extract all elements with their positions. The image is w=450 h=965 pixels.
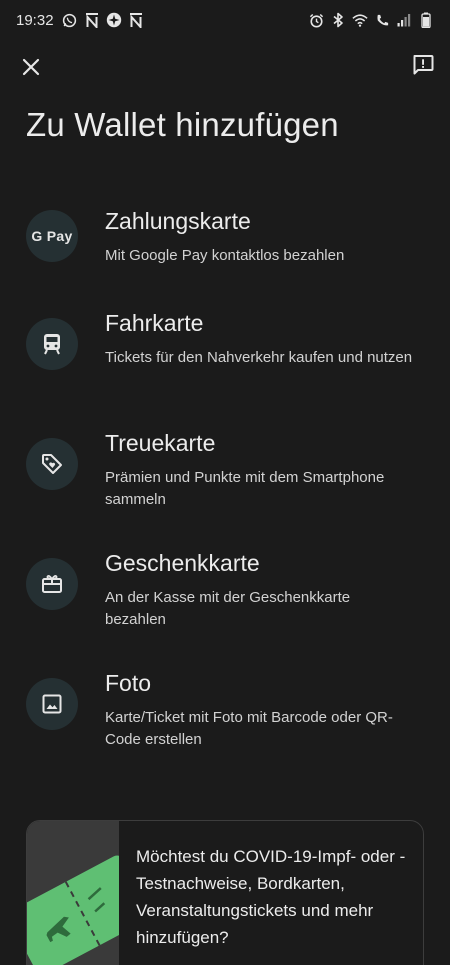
train-icon bbox=[44, 334, 60, 355]
feedback-icon bbox=[413, 55, 434, 75]
app-notification-icon bbox=[106, 12, 122, 28]
option-icon-circle bbox=[26, 678, 78, 730]
option-description: Karte/Ticket mit Foto mit Barcode oder Q… bbox=[105, 709, 393, 748]
top-app-bar bbox=[0, 48, 450, 84]
promo-text: Möchtest du COVID-19-Impf- oder -Testnac… bbox=[136, 847, 406, 947]
status-bar-left: 19:32 bbox=[16, 12, 144, 29]
wifi-call-icon bbox=[374, 12, 390, 28]
option-title: Treuekarte bbox=[105, 430, 216, 456]
option-icon-circle: G Pay bbox=[26, 210, 78, 262]
option-title: Foto bbox=[105, 670, 152, 696]
option-description: Mit Google Pay kontaktlos bezahlen bbox=[105, 247, 345, 264]
option-loyalty-card[interactable]: Treuekarte Prämien und Punkte mit dem Sm… bbox=[0, 420, 450, 524]
news-n-icon bbox=[84, 12, 100, 28]
option-icon-circle bbox=[26, 558, 78, 610]
wifi-icon bbox=[352, 12, 368, 28]
option-title: Fahrkarte bbox=[105, 310, 204, 336]
news-n-icon-2 bbox=[128, 12, 144, 28]
option-title: Zahlungskarte bbox=[105, 208, 251, 234]
option-icon-circle bbox=[26, 438, 78, 490]
close-button[interactable] bbox=[16, 52, 46, 82]
battery-icon bbox=[418, 12, 434, 28]
option-title: Geschenkkarte bbox=[105, 550, 260, 576]
feedback-button[interactable] bbox=[408, 50, 438, 80]
close-icon bbox=[22, 58, 40, 76]
image-icon bbox=[42, 694, 62, 714]
whatsapp-icon bbox=[62, 12, 78, 28]
option-description: An der Kasse mit der Geschenkkarte bezah… bbox=[105, 589, 351, 628]
alarm-icon bbox=[308, 12, 324, 28]
option-description: Prämien und Punkte mit dem Smartphone sa… bbox=[105, 469, 385, 508]
bluetooth-icon bbox=[330, 12, 346, 28]
option-photo[interactable]: Foto Karte/Ticket mit Foto mit Barcode o… bbox=[0, 660, 450, 764]
tag-icon bbox=[42, 454, 62, 474]
status-bar: 19:32 bbox=[0, 0, 450, 40]
promo-card[interactable]: Möchtest du COVID-19-Impf- oder -Testnac… bbox=[26, 820, 424, 965]
page-title: Zu Wallet hinzufügen bbox=[26, 106, 339, 143]
option-transit-ticket[interactable]: Fahrkarte Tickets für den Nahverkehr kau… bbox=[0, 300, 450, 404]
signal-icon bbox=[396, 12, 412, 28]
status-time: 19:32 bbox=[16, 11, 54, 29]
option-icon-circle bbox=[26, 318, 78, 370]
option-description: Tickets für den Nahverkehr kaufen und nu… bbox=[105, 349, 413, 366]
option-payment-card[interactable]: G Pay Zahlungskarte Mit Google Pay konta… bbox=[0, 196, 450, 300]
gift-card-icon bbox=[42, 575, 62, 593]
option-gift-card[interactable]: Geschenkkarte An der Kasse mit der Gesch… bbox=[0, 540, 450, 644]
google-pay-icon: G Pay bbox=[31, 228, 73, 244]
ticket-illustration bbox=[27, 821, 119, 965]
status-bar-right bbox=[308, 12, 434, 28]
